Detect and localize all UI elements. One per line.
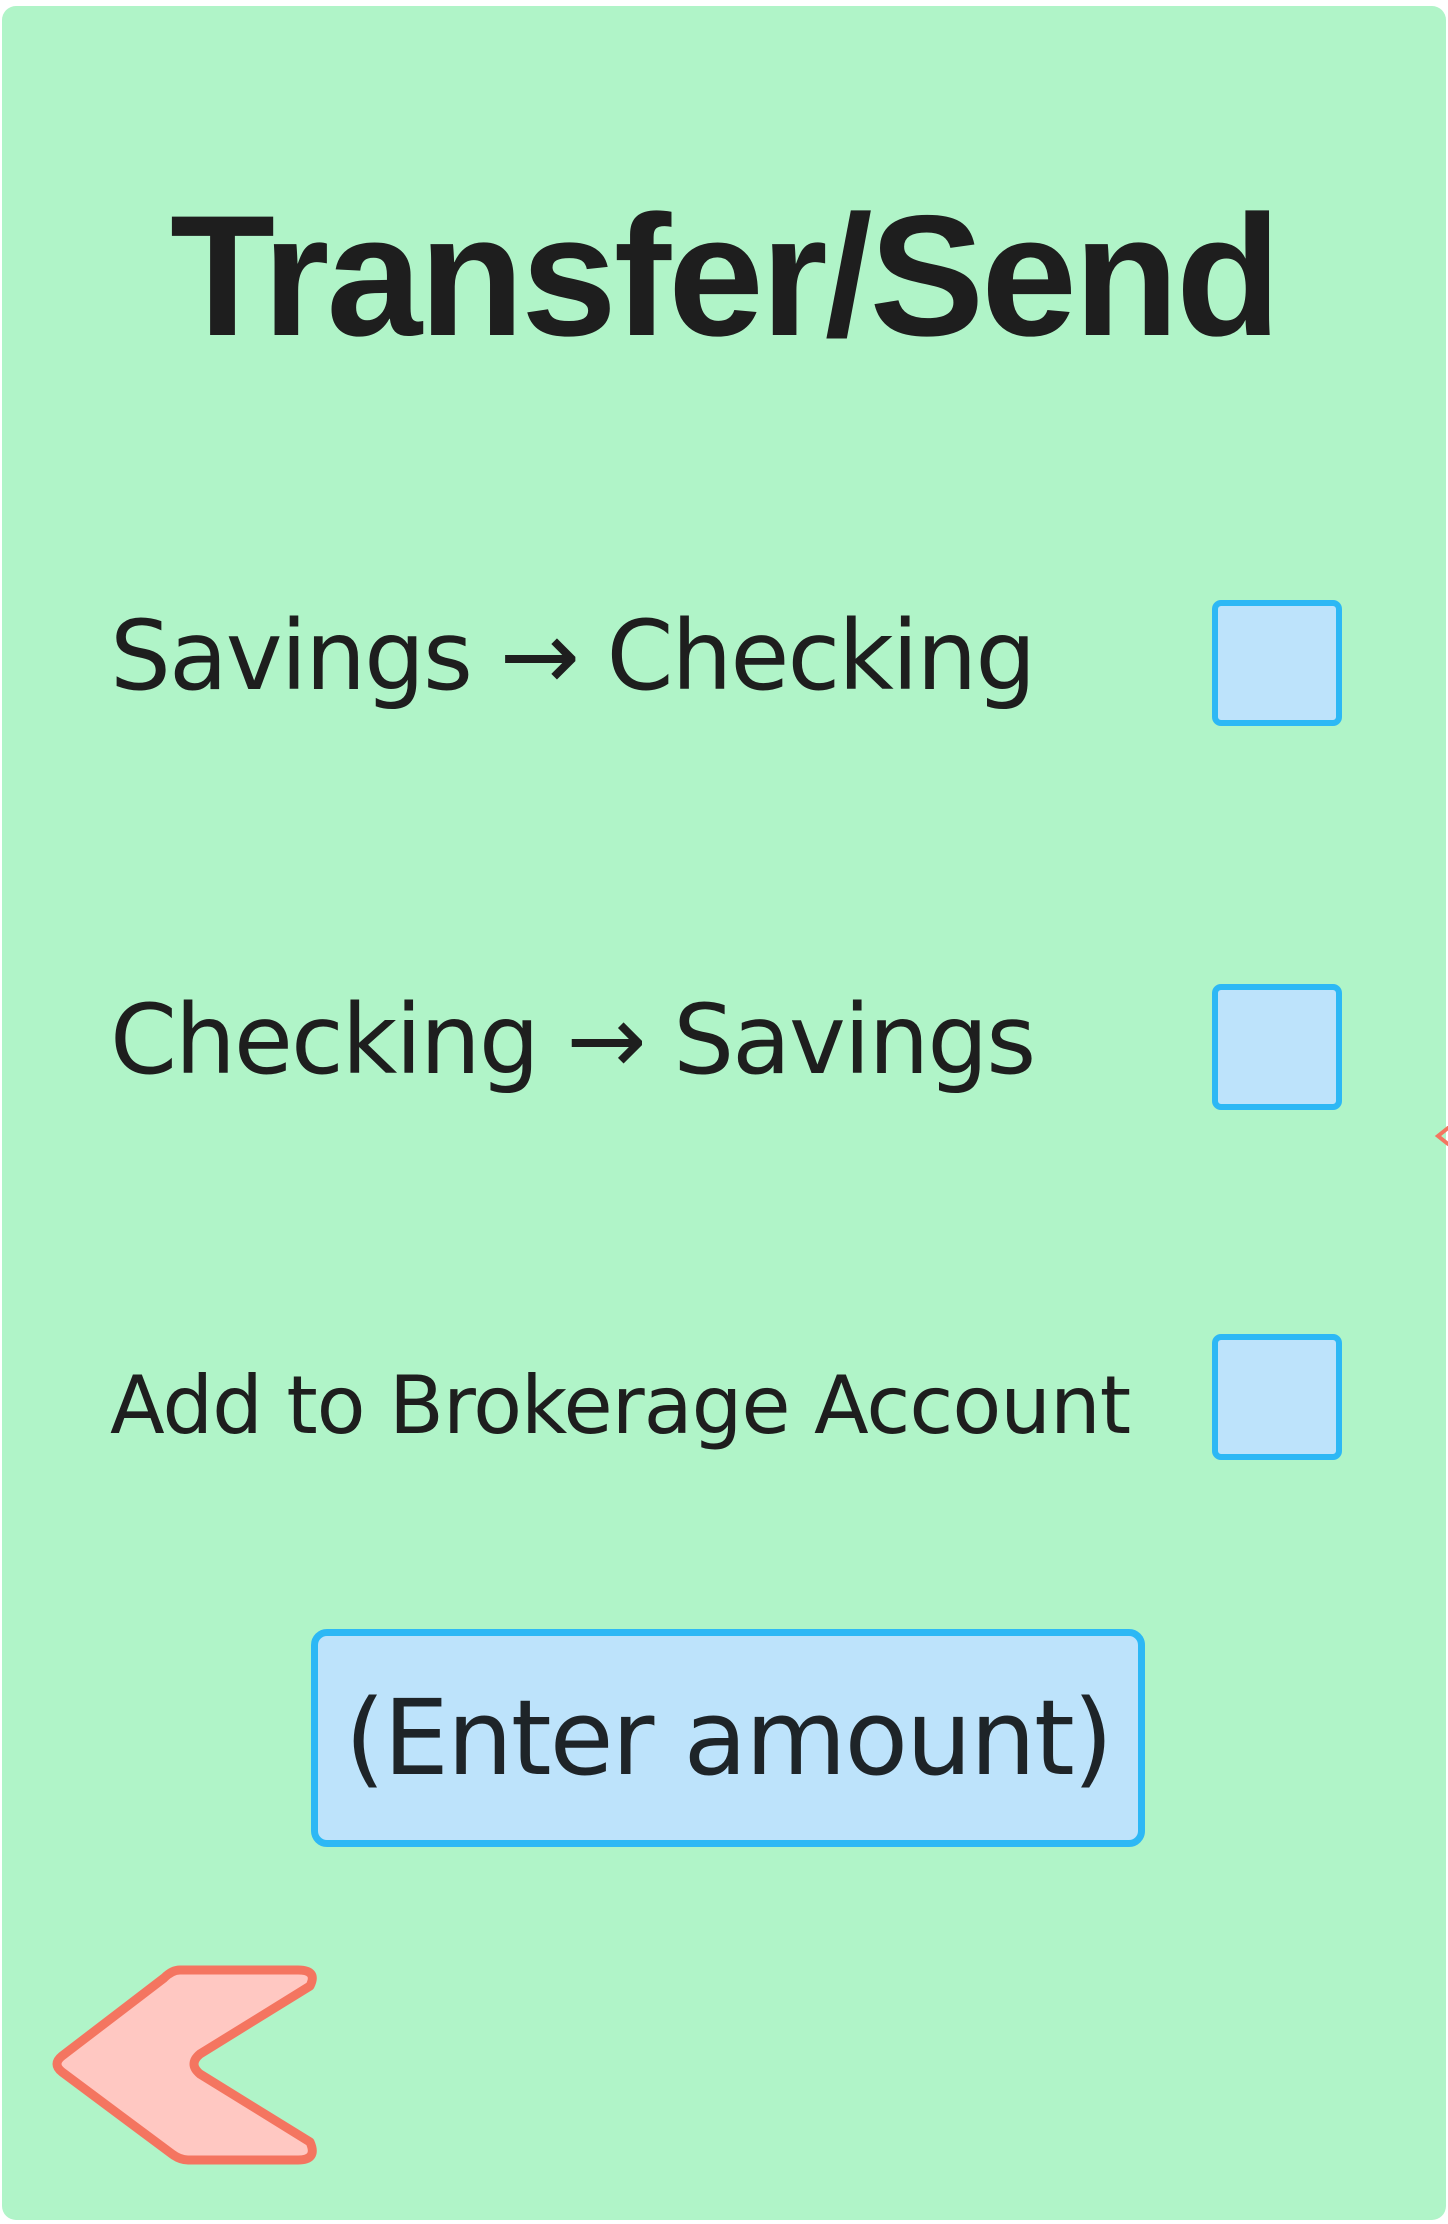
savings-to-checking-checkbox[interactable]: [1212, 600, 1342, 726]
page-title: Transfer/Send: [169, 180, 1281, 372]
enter-amount-button[interactable]: (Enter amount): [311, 1629, 1145, 1847]
option-label-add-to-brokerage: Add to Brokerage Account: [110, 1359, 1131, 1452]
back-button[interactable]: [40, 1950, 330, 2190]
option-label-checking-to-savings: Checking → Savings: [110, 984, 1036, 1096]
edge-arrow-icon: [1434, 1126, 1448, 1146]
checking-to-savings-checkbox[interactable]: [1212, 984, 1342, 1110]
add-to-brokerage-checkbox[interactable]: [1212, 1334, 1342, 1460]
option-label-savings-to-checking: Savings → Checking: [110, 600, 1036, 712]
chevron-left-icon: [52, 1965, 317, 2165]
